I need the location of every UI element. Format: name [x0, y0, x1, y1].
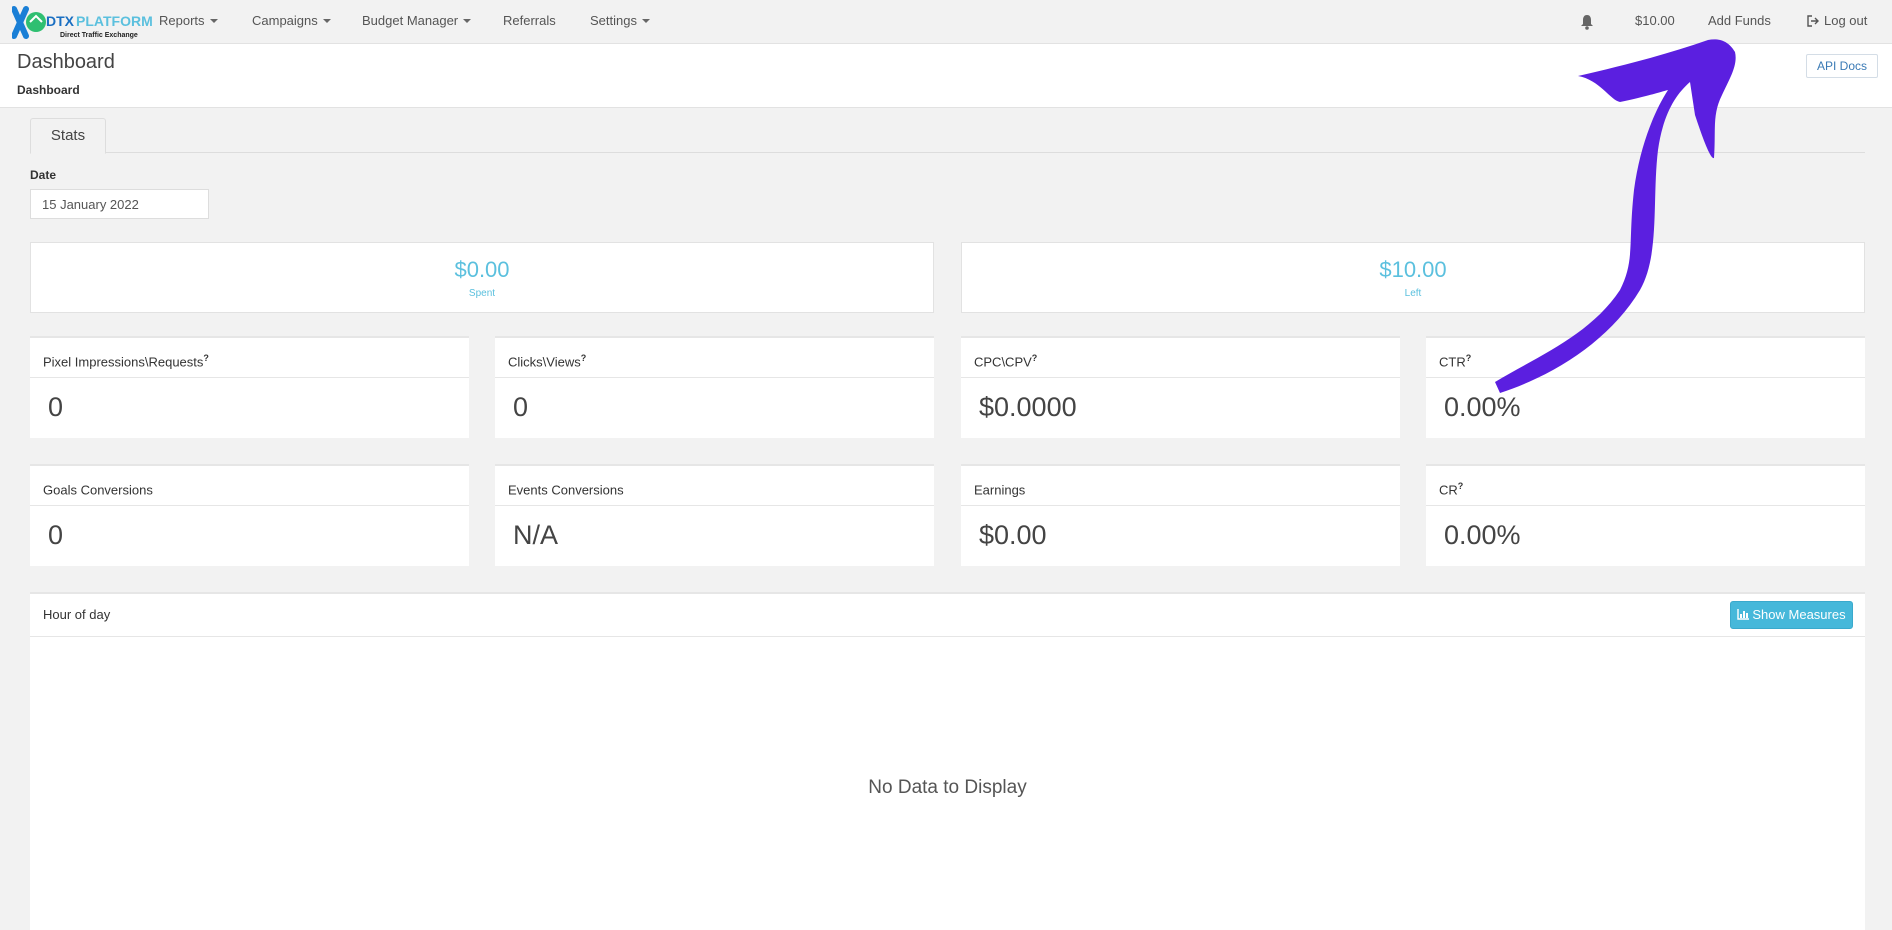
spent-label: Spent	[468, 288, 496, 299]
nav-campaigns-label: Campaigns	[252, 13, 318, 28]
logo-name-prefix: DTX	[46, 13, 75, 29]
api-docs-button[interactable]: API Docs	[1806, 54, 1878, 78]
nav-settings-label: Settings	[590, 13, 637, 28]
metric-card-cr: CR? 0.00%	[1426, 464, 1865, 566]
nav-campaigns[interactable]: Campaigns	[252, 0, 331, 44]
page-header: Dashboard Dashboard API Docs	[0, 44, 1892, 108]
metric-value: 0	[513, 392, 529, 422]
nav-reports-label: Reports	[159, 13, 205, 28]
metric-card-clicks: Clicks\Views? 0	[495, 336, 934, 438]
left-value: $10.00	[1379, 257, 1447, 282]
bell-icon[interactable]	[1580, 14, 1594, 30]
metric-card-goals-conversions: Goals Conversions 0	[30, 464, 469, 566]
logo-tagline: Direct Traffic Exchange	[60, 32, 138, 39]
metric-card-impressions: Pixel Impressions\Requests? 0	[30, 336, 469, 438]
metric-label: Events Conversions	[508, 482, 624, 498]
balance-display[interactable]: $10.00	[1635, 0, 1675, 44]
help-icon[interactable]: ?	[581, 353, 587, 363]
nav-budget-manager-label: Budget Manager	[362, 13, 459, 28]
logout-label: Log out	[1824, 13, 1868, 28]
nav-reports[interactable]: Reports	[159, 0, 218, 44]
tab-bar: Stats	[30, 118, 1865, 154]
metric-label: CR	[1439, 482, 1458, 498]
metric-label: Earnings	[974, 482, 1026, 498]
left-card: $10.00 Left	[961, 242, 1865, 313]
help-icon[interactable]: ?	[1466, 353, 1472, 363]
nav-referrals[interactable]: Referrals	[503, 0, 556, 44]
bar-chart-icon	[1737, 609, 1750, 620]
dtx-platform-logo[interactable]: DTX PLATFORM Direct Traffic Exchange	[12, 6, 152, 40]
logout-link[interactable]: Log out	[1807, 0, 1867, 44]
spent-value: $0.00	[454, 257, 510, 282]
metric-card-earnings: Earnings $0.00	[961, 464, 1400, 566]
nav-referrals-label: Referrals	[503, 13, 556, 28]
left-label: Left	[1404, 288, 1422, 299]
metric-value: 0	[48, 520, 64, 550]
metric-value: 0.00%	[1444, 520, 1521, 550]
show-measures-button[interactable]: Show Measures	[1730, 601, 1853, 629]
metric-value: $0.00	[979, 520, 1047, 550]
caret-down-icon	[641, 18, 650, 23]
metric-card-ctr: CTR? 0.00%	[1426, 336, 1865, 438]
logo-name-suffix: PLATFORM	[76, 13, 152, 29]
show-measures-label: Show Measures	[1752, 607, 1846, 622]
nav-settings[interactable]: Settings	[590, 0, 650, 44]
metric-value: 0.00%	[1444, 392, 1521, 422]
caret-down-icon	[463, 18, 472, 23]
caret-down-icon	[322, 18, 331, 23]
nav-budget-manager[interactable]: Budget Manager	[362, 0, 472, 44]
date-field[interactable]	[30, 189, 209, 219]
tab-stats[interactable]: Stats	[30, 118, 106, 154]
caret-down-icon	[209, 18, 218, 23]
metric-card-events-conversions: Events Conversions N/A	[495, 464, 934, 566]
hour-of-day-panel: Hour of day Show Measures No Data to Dis…	[30, 592, 1865, 930]
panel-title: Hour of day	[43, 607, 111, 622]
metric-value: 0	[48, 392, 64, 422]
page-title: Dashboard	[17, 51, 115, 73]
metric-label: Pixel Impressions\Requests	[43, 354, 204, 370]
metric-label: Goals Conversions	[43, 482, 153, 498]
metric-value: N/A	[513, 520, 559, 550]
help-icon[interactable]: ?	[1458, 481, 1464, 491]
metric-label: CTR	[1439, 354, 1466, 370]
breadcrumb: Dashboard	[17, 83, 80, 97]
date-label: Date	[30, 168, 57, 182]
metric-value: $0.0000	[979, 392, 1077, 422]
help-icon[interactable]: ?	[203, 353, 209, 363]
help-icon[interactable]: ?	[1032, 353, 1038, 363]
metric-label: CPC\CPV	[974, 354, 1032, 370]
sign-out-icon	[1807, 14, 1819, 27]
spent-card: $0.00 Spent	[30, 242, 934, 313]
metric-card-cpc: CPC\CPV? $0.0000	[961, 336, 1400, 438]
metric-label: Clicks\Views	[508, 354, 581, 370]
top-navbar: DTX PLATFORM Direct Traffic Exchange Rep…	[0, 0, 1892, 44]
add-funds-link[interactable]: Add Funds	[1708, 0, 1771, 44]
empty-state: No Data to Display	[868, 777, 1027, 798]
